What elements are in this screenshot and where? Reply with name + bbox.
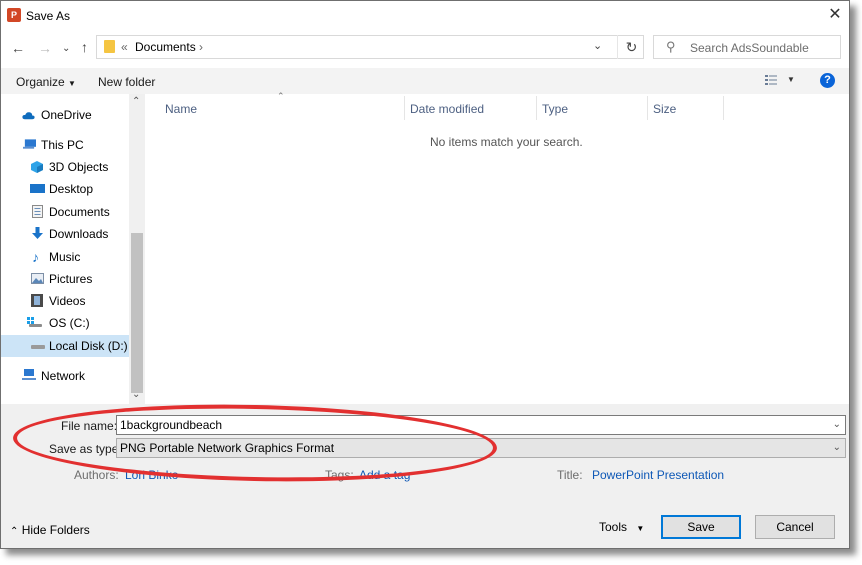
tools-label: Tools	[599, 520, 628, 534]
organize-label: Organize	[16, 75, 65, 89]
back-arrow-icon[interactable]: ←	[11, 40, 25, 56]
search-icon: ⚲	[666, 39, 676, 54]
nav-label-downloads: Downloads	[49, 227, 109, 241]
file-name-dropdown-icon[interactable]: ⌄	[833, 416, 841, 434]
video-icon	[31, 294, 43, 307]
cancel-button[interactable]: Cancel	[755, 515, 835, 539]
breadcrumb-overflow[interactable]: «	[121, 40, 128, 54]
hide-folders-button[interactable]: ⌃ Hide Folders	[10, 523, 90, 537]
music-icon: ♪	[32, 249, 39, 265]
search-placeholder: Search AdsSoundable	[690, 41, 809, 55]
hide-folders-label: Hide Folders	[21, 523, 90, 537]
close-button[interactable]: ✕	[825, 6, 845, 26]
new-folder-button[interactable]: New folder	[98, 75, 155, 89]
file-name-input[interactable]: 1backgroundbeach ⌄	[116, 415, 846, 435]
save-type-label: Save as type:	[49, 442, 122, 456]
column-name[interactable]: Name	[165, 102, 197, 116]
nav-item-network[interactable]: Network	[1, 366, 129, 386]
nav-label-3d-objects: 3D Objects	[49, 160, 109, 174]
nav-label-this-pc: This PC	[41, 138, 84, 152]
nav-item-pictures[interactable]: Pictures	[1, 269, 129, 289]
authors-value[interactable]: Lori Binko	[125, 468, 178, 482]
desktop-icon	[30, 184, 45, 193]
nav-item-local-disk-d[interactable]: Local Disk (D:)	[1, 335, 129, 357]
tags-label: Tags:	[325, 468, 354, 482]
column-date-modified[interactable]: Date modified	[410, 102, 484, 116]
column-divider[interactable]	[404, 96, 405, 120]
save-type-select[interactable]: PNG Portable Network Graphics Format ⌄	[116, 438, 846, 458]
title-value[interactable]: PowerPoint Presentation	[592, 468, 724, 482]
drive-icon	[31, 345, 45, 349]
nav-item-3d-objects[interactable]: 3D Objects	[1, 157, 129, 177]
up-arrow-icon[interactable]: ↑	[81, 39, 88, 55]
pc-icon	[23, 139, 36, 149]
file-name-label: File name:	[61, 419, 118, 433]
nav-label-documents: Documents	[49, 205, 110, 219]
title-bar: P Save As ✕	[1, 1, 849, 31]
column-size[interactable]: Size	[653, 102, 676, 116]
scroll-down-icon[interactable]: ⌄	[132, 389, 140, 400]
column-type[interactable]: Type	[542, 102, 568, 116]
help-button[interactable]: ?	[820, 73, 835, 88]
view-options-icon[interactable]	[764, 73, 778, 87]
breadcrumb-separator[interactable]: ›	[199, 40, 203, 54]
nav-label-os-c: OS (C:)	[49, 316, 90, 330]
breadcrumb-documents[interactable]: Documents	[135, 40, 196, 54]
window-title: Save As	[26, 9, 71, 23]
save-as-dialog: P Save As ✕ ← → ⌄ ↑ « Documents › ⌄ ↻ ⚲ …	[0, 0, 850, 549]
address-dropdown-icon[interactable]: ⌄	[593, 39, 602, 52]
network-icon	[22, 369, 36, 380]
powerpoint-icon: P	[7, 8, 21, 22]
nav-item-os-c[interactable]: OS (C:)	[1, 313, 129, 333]
file-name-value: 1backgroundbeach	[120, 418, 223, 432]
save-type-value: PNG Portable Network Graphics Format	[120, 441, 335, 455]
nav-item-downloads[interactable]: Downloads	[1, 224, 129, 244]
pictures-icon	[31, 273, 44, 284]
nav-label-music: Music	[49, 250, 81, 264]
save-type-dropdown-icon[interactable]: ⌄	[833, 439, 841, 457]
navigation-pane: OneDrive This PC 3D Objects Desktop Docu…	[1, 94, 146, 404]
nav-label-pictures: Pictures	[49, 272, 93, 286]
recent-locations-chevron-icon[interactable]: ⌄	[62, 41, 70, 57]
nav-item-music[interactable]: ♪ Music	[1, 247, 129, 267]
caret-down-icon: ▼	[636, 524, 645, 533]
drive-icon	[27, 317, 42, 327]
nav-item-videos[interactable]: Videos	[1, 291, 129, 311]
refresh-icon[interactable]: ↻	[617, 35, 645, 59]
tags-value[interactable]: Add a tag	[359, 468, 410, 482]
nav-item-this-pc[interactable]: This PC	[1, 135, 129, 155]
tools-button[interactable]: Tools ▼	[599, 520, 644, 534]
nav-label-local-disk-d: Local Disk (D:)	[49, 339, 128, 353]
column-divider[interactable]	[536, 96, 537, 120]
nav-item-desktop[interactable]: Desktop	[1, 179, 129, 199]
nav-item-documents[interactable]: Documents	[1, 202, 129, 222]
folder-icon	[104, 40, 115, 53]
chevron-up-icon: ⌃	[10, 526, 19, 537]
cube-icon	[31, 161, 43, 173]
nav-scrollbar-thumb[interactable]	[131, 233, 143, 393]
scroll-up-icon[interactable]: ⌃	[132, 96, 140, 107]
title-label: Title:	[557, 468, 583, 482]
sort-ascending-icon: ⌃	[277, 91, 285, 101]
cloud-icon	[22, 112, 35, 120]
forward-arrow-icon[interactable]: →	[38, 40, 52, 56]
nav-label-network: Network	[41, 369, 86, 383]
view-dropdown-icon[interactable]: ▼	[787, 75, 795, 84]
save-button[interactable]: Save	[661, 515, 741, 539]
nav-label-onedrive: OneDrive	[41, 108, 92, 122]
column-divider[interactable]	[723, 96, 724, 120]
nav-label-desktop: Desktop	[49, 182, 94, 196]
download-icon	[32, 227, 43, 239]
empty-state-message: No items match your search.	[430, 135, 583, 149]
caret-down-icon: ▼	[68, 79, 76, 88]
document-icon	[32, 205, 43, 218]
organize-button[interactable]: Organize ▼	[16, 75, 76, 89]
authors-label: Authors:	[74, 468, 119, 482]
nav-label-videos: Videos	[49, 294, 86, 308]
nav-item-onedrive[interactable]: OneDrive	[1, 105, 129, 125]
column-divider[interactable]	[647, 96, 648, 120]
